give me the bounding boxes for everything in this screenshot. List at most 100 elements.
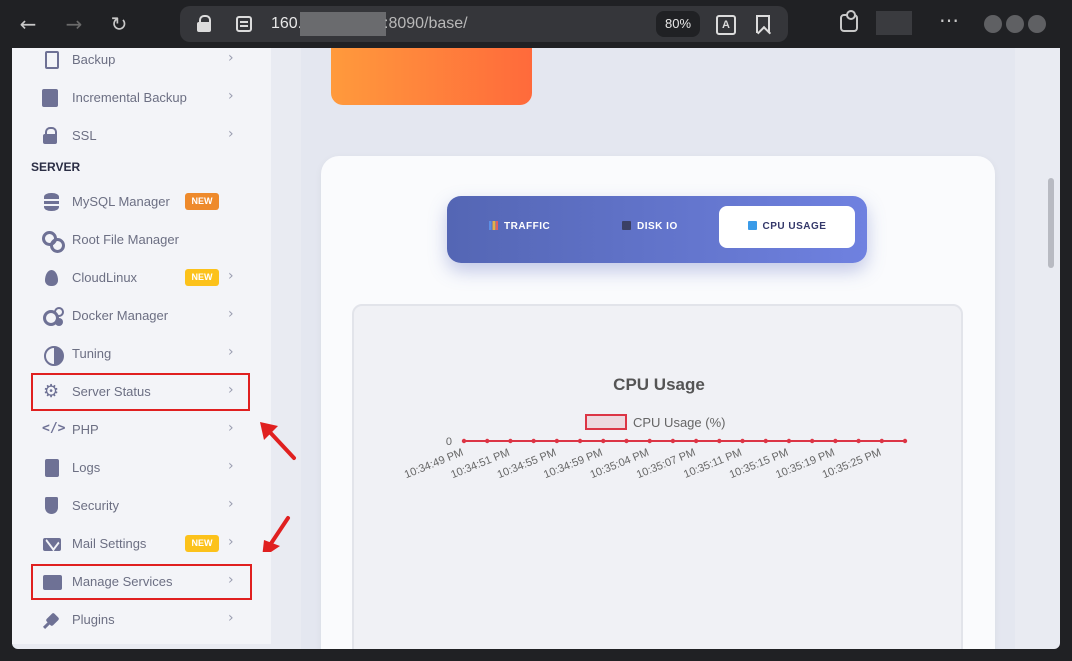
sidebar-item-label: Mail Settings	[72, 536, 147, 551]
cogs-icon	[42, 307, 64, 326]
chart-title: CPU Usage	[613, 375, 705, 394]
browser-toolbar: ← → ↻ 160. :8090/base/ 80% A ⋯	[0, 0, 1072, 48]
sidebar-item-docker-manager[interactable]: Docker Manager ›	[30, 299, 256, 333]
section-heading-server: SERVER	[31, 160, 81, 174]
sidebar-item-label: Tuning	[72, 346, 112, 361]
more-menu-icon[interactable]: ⋯	[938, 11, 960, 34]
window-close-button[interactable]	[1028, 15, 1046, 33]
new-badge: NEW	[185, 193, 219, 210]
file-copy-icon	[45, 51, 59, 69]
sidebar-item-label: Plugins	[72, 612, 115, 627]
sidebar-item-cloudlinux[interactable]: CloudLinux NEW ›	[30, 261, 256, 295]
sidebar-item-tuning[interactable]: Tuning ›	[30, 337, 256, 371]
sidebar-item-label: Security	[72, 498, 119, 513]
plug-icon	[42, 611, 62, 629]
cpu-usage-chart: CPU UsageCPU Usage (%)010:34:49 PM10:34:…	[403, 375, 908, 481]
sidebar-item-incremental-backup[interactable]: Incremental Backup ›	[30, 81, 256, 115]
data-point	[647, 438, 652, 444]
cpu-chart-container: CPU Usage CPU Usage (%) 0 10:34:49 PM 10:34:…	[352, 304, 963, 649]
sidebar-item-label: Incremental Backup	[72, 90, 187, 105]
data-point	[461, 438, 467, 444]
data-point	[531, 438, 536, 444]
y-tick-label: 0	[446, 436, 452, 448]
redacted-address	[300, 12, 386, 36]
url-host: 160.	[271, 15, 303, 32]
sidebar-item-php[interactable]: PHP ›	[30, 413, 256, 447]
site-info-icon[interactable]	[236, 16, 252, 32]
forward-icon[interactable]: →	[62, 12, 86, 36]
tab-traffic[interactable]: TRAFFIC	[489, 206, 550, 248]
chevron-right-icon: ›	[228, 88, 234, 104]
save-icon	[42, 89, 58, 107]
sidebar-item-label: Backup	[72, 52, 116, 67]
legend-swatch	[585, 414, 627, 430]
sidebar-item-label: Root File Manager	[72, 232, 179, 247]
page-viewport: Backup › Incremental Backup › SSL › SERV…	[12, 48, 1060, 649]
extensions-icon[interactable]	[840, 10, 858, 32]
tab-label: TRAFFIC	[504, 221, 551, 232]
stat-card	[331, 48, 532, 105]
sidebar-item-label: PHP	[72, 422, 99, 437]
sidebar-item-plugins[interactable]: Plugins ›	[30, 603, 256, 637]
data-point	[485, 438, 490, 444]
back-icon[interactable]: ←	[16, 12, 40, 36]
chevron-right-icon: ›	[228, 50, 234, 66]
lock-icon[interactable]	[196, 14, 212, 34]
main-content: TRAFFIC DISK IO CPU USAGE CPU Usage CPU U…	[301, 48, 1015, 649]
annotation-highlight-manage-services	[31, 564, 252, 600]
annotation-arrow-down	[262, 516, 290, 552]
sidebar-item-label: MySQL Manager	[72, 194, 170, 209]
data-point	[508, 438, 513, 444]
tab-label: CPU USAGE	[762, 221, 827, 232]
sidebar-item-mysql-manager[interactable]: MySQL Manager NEW	[30, 185, 256, 219]
tab-disk-io[interactable]: DISK IO	[622, 206, 678, 248]
chevron-right-icon: ›	[228, 344, 234, 360]
data-point	[902, 438, 908, 444]
annotation-arrow-up	[260, 422, 296, 460]
reload-icon[interactable]: ↻	[107, 12, 131, 36]
window-minimize-button[interactable]	[984, 15, 1002, 33]
sidebar-item-ssl[interactable]: SSL ›	[30, 119, 256, 153]
data-point	[786, 438, 792, 444]
data-point	[856, 438, 861, 444]
adjust-icon	[42, 345, 64, 366]
data-point	[670, 438, 676, 444]
address-bar[interactable]: 160. :8090/base/ 80% A	[180, 6, 788, 42]
data-point	[577, 438, 583, 444]
monitor-icon	[747, 221, 757, 230]
url-path: :8090/base/	[384, 15, 468, 32]
page-scrollbar[interactable]	[1048, 178, 1054, 268]
data-point	[601, 438, 606, 444]
legend-label: CPU Usage (%)	[633, 415, 725, 430]
sidebar-item-mail-settings[interactable]: Mail Settings NEW ›	[30, 527, 256, 561]
lock-icon	[42, 127, 62, 145]
sidebar-item-backup[interactable]: Backup ›	[30, 48, 256, 77]
link-icon	[42, 231, 65, 253]
zoom-level[interactable]: 80%	[656, 11, 700, 37]
sidebar-item-label: SSL	[72, 128, 97, 143]
data-point	[693, 438, 699, 444]
data-point	[717, 438, 722, 444]
bar-chart-icon	[489, 221, 498, 230]
new-badge: NEW	[185, 269, 219, 286]
sidebar-item-label: Docker Manager	[72, 308, 169, 323]
sidebar-item-root-file-manager[interactable]: Root File Manager	[30, 223, 256, 257]
sidebar-item-label: Logs	[72, 460, 101, 475]
tab-cpu-usage[interactable]: CPU USAGE	[719, 206, 855, 248]
chevron-right-icon: ›	[228, 268, 234, 284]
graphs-card: TRAFFIC DISK IO CPU USAGE CPU Usage CPU U…	[321, 156, 995, 649]
new-badge: NEW	[185, 535, 219, 552]
chevron-right-icon: ›	[228, 496, 234, 512]
window-maximize-button[interactable]	[1006, 15, 1024, 33]
window-bottom-edge	[0, 649, 1072, 661]
profile-avatar[interactable]	[876, 11, 912, 35]
bookmarks-icon[interactable]	[756, 15, 770, 33]
chevron-right-icon: ›	[228, 306, 234, 322]
floppy-icon	[622, 221, 631, 230]
translate-icon[interactable]: A	[716, 15, 736, 35]
sidebar-item-security[interactable]: Security ›	[30, 489, 256, 523]
code-icon	[42, 421, 65, 439]
graph-tabs: TRAFFIC DISK IO CPU USAGE	[447, 196, 867, 263]
sidebar-item-logs[interactable]: Logs ›	[30, 451, 256, 485]
chevron-right-icon: ›	[228, 126, 234, 142]
